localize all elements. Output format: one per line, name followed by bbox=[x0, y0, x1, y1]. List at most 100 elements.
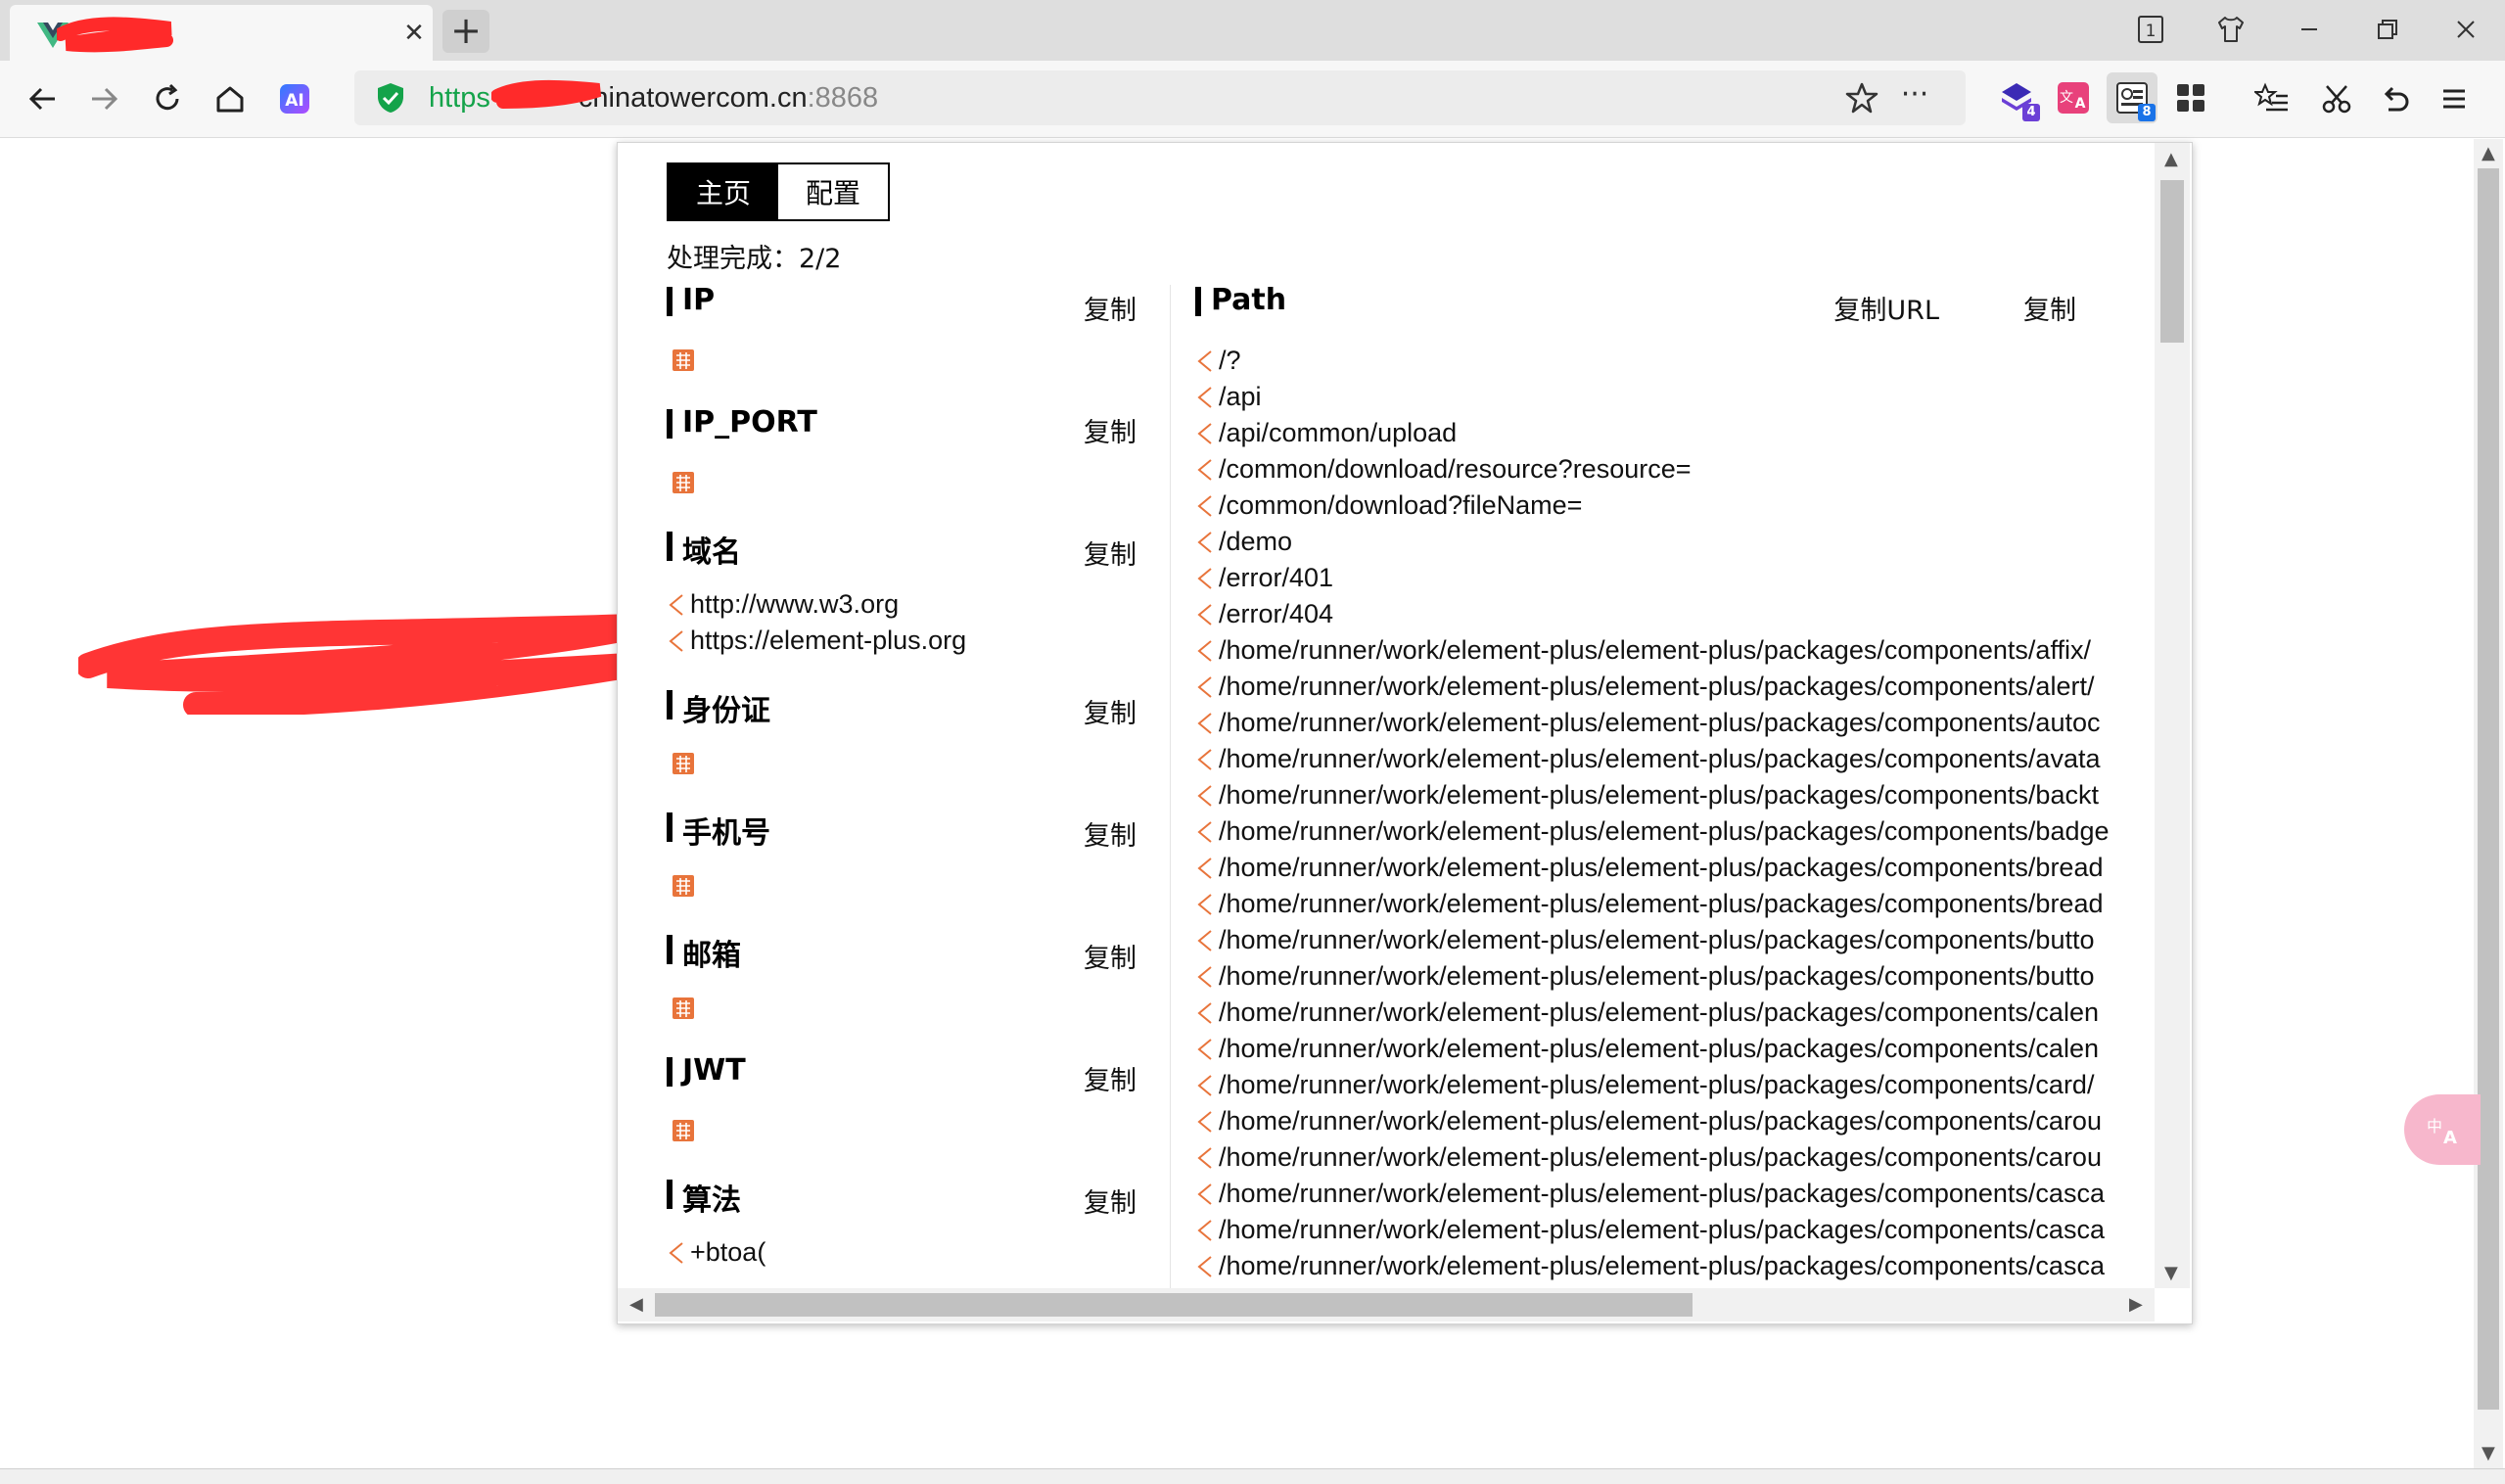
chevron-left-icon bbox=[1197, 1147, 1212, 1169]
back-button[interactable] bbox=[20, 76, 65, 121]
reload-icon bbox=[156, 83, 179, 111]
path-list-item[interactable]: /home/runner/work/element-plus/element-p… bbox=[1195, 1139, 2155, 1176]
path-list-item[interactable]: /error/404 bbox=[1195, 596, 2155, 632]
path-list-item[interactable]: /common/download/resource?resource= bbox=[1195, 451, 2155, 487]
path-list-item[interactable]: /home/runner/work/element-plus/element-p… bbox=[1195, 958, 2155, 995]
list-item[interactable]: http://www.w3.org bbox=[667, 586, 1137, 623]
path-list-item[interactable]: /? bbox=[1195, 343, 2155, 379]
copy-button[interactable]: 复制 bbox=[1084, 692, 1137, 730]
path-list-item[interactable]: /home/runner/work/element-plus/element-p… bbox=[1195, 1067, 2155, 1103]
path-list-item[interactable]: /home/runner/work/element-plus/element-p… bbox=[1195, 1103, 2155, 1139]
address-bar[interactable]: https chinatowercom.cn:8868 ··· bbox=[354, 70, 1966, 125]
path-text: /home/runner/work/element-plus/element-p… bbox=[1219, 635, 2091, 665]
section-id-card: 身份证 复制 bbox=[667, 686, 1137, 774]
copy-button[interactable]: 复制 bbox=[1084, 533, 1137, 572]
svg-text:A: A bbox=[2075, 96, 2086, 112]
svg-text:中: 中 bbox=[2427, 1117, 2442, 1136]
tab-config[interactable]: 配置 bbox=[778, 164, 888, 219]
secure-shield-icon bbox=[378, 83, 403, 113]
path-list-item[interactable]: /home/runner/work/element-plus/element-p… bbox=[1195, 741, 2155, 777]
vertical-scrollbar-thumb[interactable] bbox=[2160, 180, 2184, 343]
path-list-item[interactable]: /home/runner/work/element-plus/element-p… bbox=[1195, 1176, 2155, 1212]
restore-button[interactable] bbox=[2363, 8, 2412, 51]
copy-button[interactable]: 复制 bbox=[1084, 1059, 1137, 1097]
tab-close-icon[interactable]: ✕ bbox=[397, 17, 431, 50]
popup-horizontal-scrollbar[interactable]: ◀ ▶ bbox=[618, 1288, 2155, 1322]
ai-button[interactable]: AI bbox=[272, 76, 317, 121]
svg-text:A: A bbox=[2443, 1128, 2457, 1148]
section-title: 算法 bbox=[682, 1183, 741, 1218]
copy-button[interactable]: 复制 bbox=[1084, 937, 1137, 975]
svg-text:AI: AI bbox=[285, 91, 303, 111]
copy-button[interactable]: 复制 bbox=[1084, 814, 1137, 853]
scroll-up-arrow-icon[interactable]: ▲ bbox=[2164, 149, 2178, 169]
copy-button[interactable]: 复制 bbox=[2023, 289, 2076, 327]
new-tab-button[interactable]: + bbox=[442, 10, 489, 53]
favorites-button[interactable] bbox=[2250, 76, 2295, 121]
close-window-button[interactable] bbox=[2441, 8, 2490, 51]
bookmark-star-icon[interactable] bbox=[1844, 80, 1879, 116]
path-list-item[interactable]: /home/runner/work/element-plus/element-p… bbox=[1195, 669, 2155, 705]
copy-button[interactable]: 复制 bbox=[1084, 1182, 1137, 1220]
scroll-right-arrow-icon[interactable]: ▶ bbox=[2129, 1294, 2143, 1315]
empty-result-icon bbox=[673, 472, 694, 493]
chevron-left-icon bbox=[1197, 350, 1212, 372]
tab-counter-button[interactable]: 1 bbox=[2126, 8, 2175, 51]
path-list-item[interactable]: /demo bbox=[1195, 524, 2155, 560]
extension-stack-button[interactable]: 4 bbox=[1991, 72, 2042, 123]
path-list-item[interactable]: /home/runner/work/element-plus/element-p… bbox=[1195, 850, 2155, 886]
forward-button[interactable] bbox=[82, 76, 127, 121]
extension-grid-button[interactable] bbox=[2165, 72, 2216, 123]
popup-vertical-scrollbar[interactable]: ▲ ▼ bbox=[2155, 143, 2190, 1288]
skin-button[interactable] bbox=[2206, 8, 2255, 51]
path-list-item[interactable]: /api bbox=[1195, 379, 2155, 415]
scroll-left-arrow-icon[interactable]: ◀ bbox=[629, 1294, 643, 1315]
more-options-icon[interactable]: ··· bbox=[1895, 80, 1934, 116]
path-text: /home/runner/work/element-plus/element-p… bbox=[1219, 1179, 2105, 1208]
path-text: /home/runner/work/element-plus/element-p… bbox=[1219, 997, 2099, 1027]
extension-badge: 8 bbox=[2138, 104, 2156, 121]
forward-arrow-icon bbox=[92, 87, 118, 111]
page-scrollbar-thumb[interactable] bbox=[2478, 168, 2499, 1410]
path-list-item[interactable]: /home/runner/work/element-plus/element-p… bbox=[1195, 1212, 2155, 1248]
path-list-item[interactable]: /home/runner/work/element-plus/element-p… bbox=[1195, 922, 2155, 958]
path-list-item[interactable]: /home/runner/work/element-plus/element-p… bbox=[1195, 1248, 2155, 1284]
path-list-item[interactable]: /home/runner/work/element-plus/element-p… bbox=[1195, 777, 2155, 813]
scroll-down-arrow-icon[interactable]: ▼ bbox=[2482, 1443, 2495, 1463]
path-text: /error/404 bbox=[1219, 599, 1334, 628]
home-button[interactable] bbox=[208, 76, 253, 121]
copy-url-button[interactable]: 复制URL bbox=[1833, 289, 1939, 327]
path-list-item[interactable]: /home/runner/work/element-plus/element-p… bbox=[1195, 995, 2155, 1031]
floating-translate-button[interactable]: 中 A bbox=[2404, 1094, 2481, 1165]
path-list-item[interactable]: /home/runner/work/element-plus/element-p… bbox=[1195, 632, 2155, 669]
scroll-up-arrow-icon[interactable]: ▲ bbox=[2482, 143, 2495, 163]
undo-close-button[interactable] bbox=[2373, 76, 2418, 121]
minimize-button[interactable] bbox=[2285, 8, 2334, 51]
path-list-item[interactable]: /home/runner/work/element-plus/element-p… bbox=[1195, 886, 2155, 922]
restore-icon bbox=[2378, 20, 2397, 39]
path-list-item[interactable]: /home/runner/work/element-plus/element-p… bbox=[1195, 705, 2155, 741]
list-item[interactable]: +btoa( bbox=[667, 1234, 1137, 1271]
menu-button[interactable] bbox=[2432, 76, 2477, 121]
copy-button[interactable]: 复制 bbox=[1084, 289, 1137, 327]
empty-result-icon bbox=[673, 1120, 694, 1141]
scissors-icon bbox=[2322, 85, 2351, 114]
path-list-item[interactable]: /home/runner/work/element-plus/element-p… bbox=[1195, 1031, 2155, 1067]
screenshot-button[interactable] bbox=[2314, 76, 2359, 121]
copy-button[interactable]: 复制 bbox=[1084, 411, 1137, 449]
path-list-item[interactable]: /home/runner/work/element-plus/element-p… bbox=[1195, 813, 2155, 850]
horizontal-scrollbar-thumb[interactable] bbox=[655, 1293, 1693, 1317]
path-list-item[interactable]: /api/common/upload bbox=[1195, 415, 2155, 451]
page-scrollbar[interactable]: ▲ ▼ bbox=[2474, 139, 2503, 1468]
scroll-down-arrow-icon[interactable]: ▼ bbox=[2164, 1263, 2178, 1283]
extension-translate-button[interactable]: 文 A bbox=[2048, 72, 2099, 123]
extension-finder-button[interactable]: 8 bbox=[2107, 72, 2157, 123]
tab-home[interactable]: 主页 bbox=[669, 164, 778, 219]
path-list-item[interactable]: /common/download?fileName= bbox=[1195, 487, 2155, 524]
chevron-left-icon bbox=[1197, 604, 1212, 626]
path-list-item[interactable]: /error/401 bbox=[1195, 560, 2155, 596]
browser-tab[interactable]: ✕ bbox=[10, 5, 433, 62]
reload-button[interactable] bbox=[145, 76, 190, 121]
list-item[interactable]: https://element-plus.org bbox=[667, 623, 1137, 659]
path-text: /home/runner/work/element-plus/element-p… bbox=[1219, 672, 2095, 701]
